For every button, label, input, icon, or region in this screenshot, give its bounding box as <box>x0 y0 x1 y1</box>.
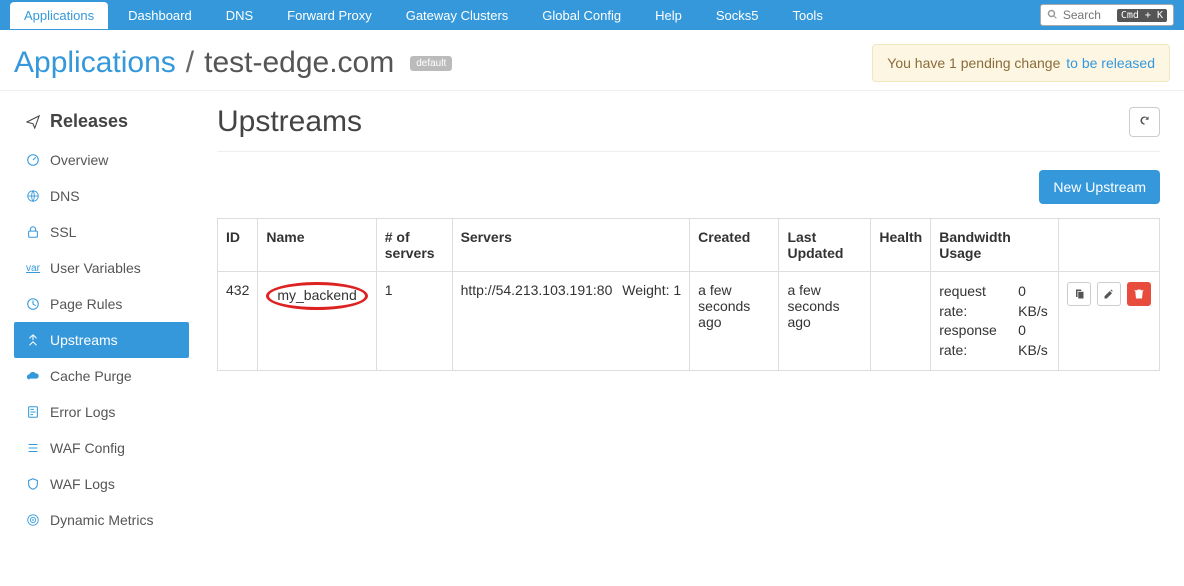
cell-health <box>871 272 931 371</box>
th-name: Name <box>258 219 376 272</box>
cell-created: a few seconds ago <box>690 272 779 371</box>
th-servers: Servers <box>452 219 690 272</box>
default-badge: default <box>410 56 452 71</box>
sidebar-label: Page Rules <box>50 296 122 312</box>
refresh-button[interactable] <box>1129 107 1160 137</box>
new-upstream-button[interactable]: New Upstream <box>1039 170 1160 204</box>
paper-plane-icon <box>26 115 40 129</box>
th-created: Created <box>690 219 779 272</box>
upstreams-icon <box>26 333 40 347</box>
pending-changes-alert: You have 1 pending change to be released <box>872 44 1170 82</box>
sidebar-label: Releases <box>50 111 128 132</box>
trash-icon <box>1133 288 1145 300</box>
tab-socks5[interactable]: Socks5 <box>702 2 773 29</box>
cell-actions <box>1058 272 1159 371</box>
tab-dns[interactable]: DNS <box>212 2 267 29</box>
sidebar-item-user-variables[interactable]: var User Variables <box>14 250 189 286</box>
cloud-icon <box>26 369 40 383</box>
sidebar-item-dynamic-metrics[interactable]: Dynamic Metrics <box>14 502 189 538</box>
log-icon <box>26 405 40 419</box>
tab-tools[interactable]: Tools <box>778 2 836 29</box>
sidebar-label: DNS <box>50 188 80 204</box>
alert-text: You have 1 pending change <box>887 55 1060 71</box>
bw-resp-label: response rate: <box>939 321 1008 360</box>
cell-name: my_backend <box>258 272 376 371</box>
cell-id: 432 <box>218 272 258 371</box>
cell-servers: http://54.213.103.191:80 Weight: 1 <box>452 272 690 371</box>
name-annotation: my_backend <box>266 282 367 310</box>
table-row: 432 my_backend 1 http://54.213.103.191:8… <box>218 272 1160 371</box>
bw-req-val: 0 KB/s <box>1018 282 1050 321</box>
target-icon <box>26 513 40 527</box>
sidebar-item-error-logs[interactable]: Error Logs <box>14 394 189 430</box>
tab-help[interactable]: Help <box>641 2 696 29</box>
th-id: ID <box>218 219 258 272</box>
delete-button[interactable] <box>1127 282 1151 306</box>
copy-icon <box>1073 288 1085 300</box>
bw-resp-val: 0 KB/s <box>1018 321 1050 360</box>
sidebar-item-releases[interactable]: Releases <box>14 101 189 142</box>
search-icon <box>1047 9 1059 21</box>
th-numservers: # of servers <box>376 219 452 272</box>
th-actions <box>1058 219 1159 272</box>
search-kbd: Cmd + K <box>1117 9 1167 22</box>
breadcrumb-sep: / <box>186 46 194 80</box>
tab-applications[interactable]: Applications <box>10 2 108 29</box>
search-box[interactable]: Cmd + K <box>1040 4 1174 26</box>
sidebar-item-waf-config[interactable]: WAF Config <box>14 430 189 466</box>
breadcrumb: Applications / test-edge.com default <box>14 46 452 80</box>
sidebar-item-overview[interactable]: Overview <box>14 142 189 178</box>
cell-numservers: 1 <box>376 272 452 371</box>
top-tabs: Applications Dashboard DNS Forward Proxy… <box>0 0 1184 30</box>
sidebar: Releases Overview DNS SSL var User Varia… <box>0 91 203 548</box>
shield-log-icon <box>26 477 40 491</box>
lock-icon <box>26 225 40 239</box>
content: Upstreams New Upstream ID Name # of serv… <box>203 91 1184 548</box>
sidebar-label: Dynamic Metrics <box>50 512 153 528</box>
refresh-icon <box>1138 114 1151 127</box>
list-icon <box>26 441 40 455</box>
sidebar-label: Upstreams <box>50 332 118 348</box>
th-lastupdated: Last Updated <box>779 219 871 272</box>
th-bandwidth: Bandwidth Usage <box>931 219 1059 272</box>
sidebar-label: Error Logs <box>50 404 115 420</box>
sidebar-item-upstreams[interactable]: Upstreams <box>14 322 189 358</box>
globe-icon <box>26 189 40 203</box>
tab-dashboard[interactable]: Dashboard <box>114 2 206 29</box>
alert-link[interactable]: to be released <box>1066 55 1155 71</box>
sidebar-item-dns[interactable]: DNS <box>14 178 189 214</box>
sidebar-label: WAF Logs <box>50 476 115 492</box>
search-input[interactable] <box>1063 8 1113 22</box>
sidebar-label: SSL <box>50 224 76 240</box>
breadcrumb-row: Applications / test-edge.com default You… <box>0 30 1184 91</box>
tab-forward-proxy[interactable]: Forward Proxy <box>273 2 386 29</box>
breadcrumb-current: test-edge.com <box>204 46 394 80</box>
edit-button[interactable] <box>1097 282 1121 306</box>
server-weight: Weight: 1 <box>622 282 681 298</box>
sidebar-item-waf-logs[interactable]: WAF Logs <box>14 466 189 502</box>
var-icon: var <box>26 263 40 274</box>
cell-bandwidth: request rate: response rate: 0 KB/s 0 KB… <box>931 272 1059 371</box>
dashboard-icon <box>26 153 40 167</box>
upstreams-table: ID Name # of servers Servers Created Las… <box>217 218 1160 371</box>
tab-global-config[interactable]: Global Config <box>528 2 635 29</box>
cell-lastupdated: a few seconds ago <box>779 272 871 371</box>
server-url: http://54.213.103.191:80 <box>461 282 613 298</box>
breadcrumb-root[interactable]: Applications <box>14 46 176 80</box>
bw-req-label: request rate: <box>939 282 1008 321</box>
sidebar-item-ssl[interactable]: SSL <box>14 214 189 250</box>
sidebar-item-cache-purge[interactable]: Cache Purge <box>14 358 189 394</box>
sidebar-label: User Variables <box>50 260 141 276</box>
edit-icon <box>1103 288 1115 300</box>
tab-gateway-clusters[interactable]: Gateway Clusters <box>392 2 523 29</box>
sidebar-label: WAF Config <box>50 440 125 456</box>
th-health: Health <box>871 219 931 272</box>
copy-button[interactable] <box>1067 282 1091 306</box>
sidebar-label: Overview <box>50 152 108 168</box>
sidebar-label: Cache Purge <box>50 368 132 384</box>
sidebar-item-page-rules[interactable]: Page Rules <box>14 286 189 322</box>
clock-icon <box>26 297 40 311</box>
page-title: Upstreams <box>217 105 362 139</box>
